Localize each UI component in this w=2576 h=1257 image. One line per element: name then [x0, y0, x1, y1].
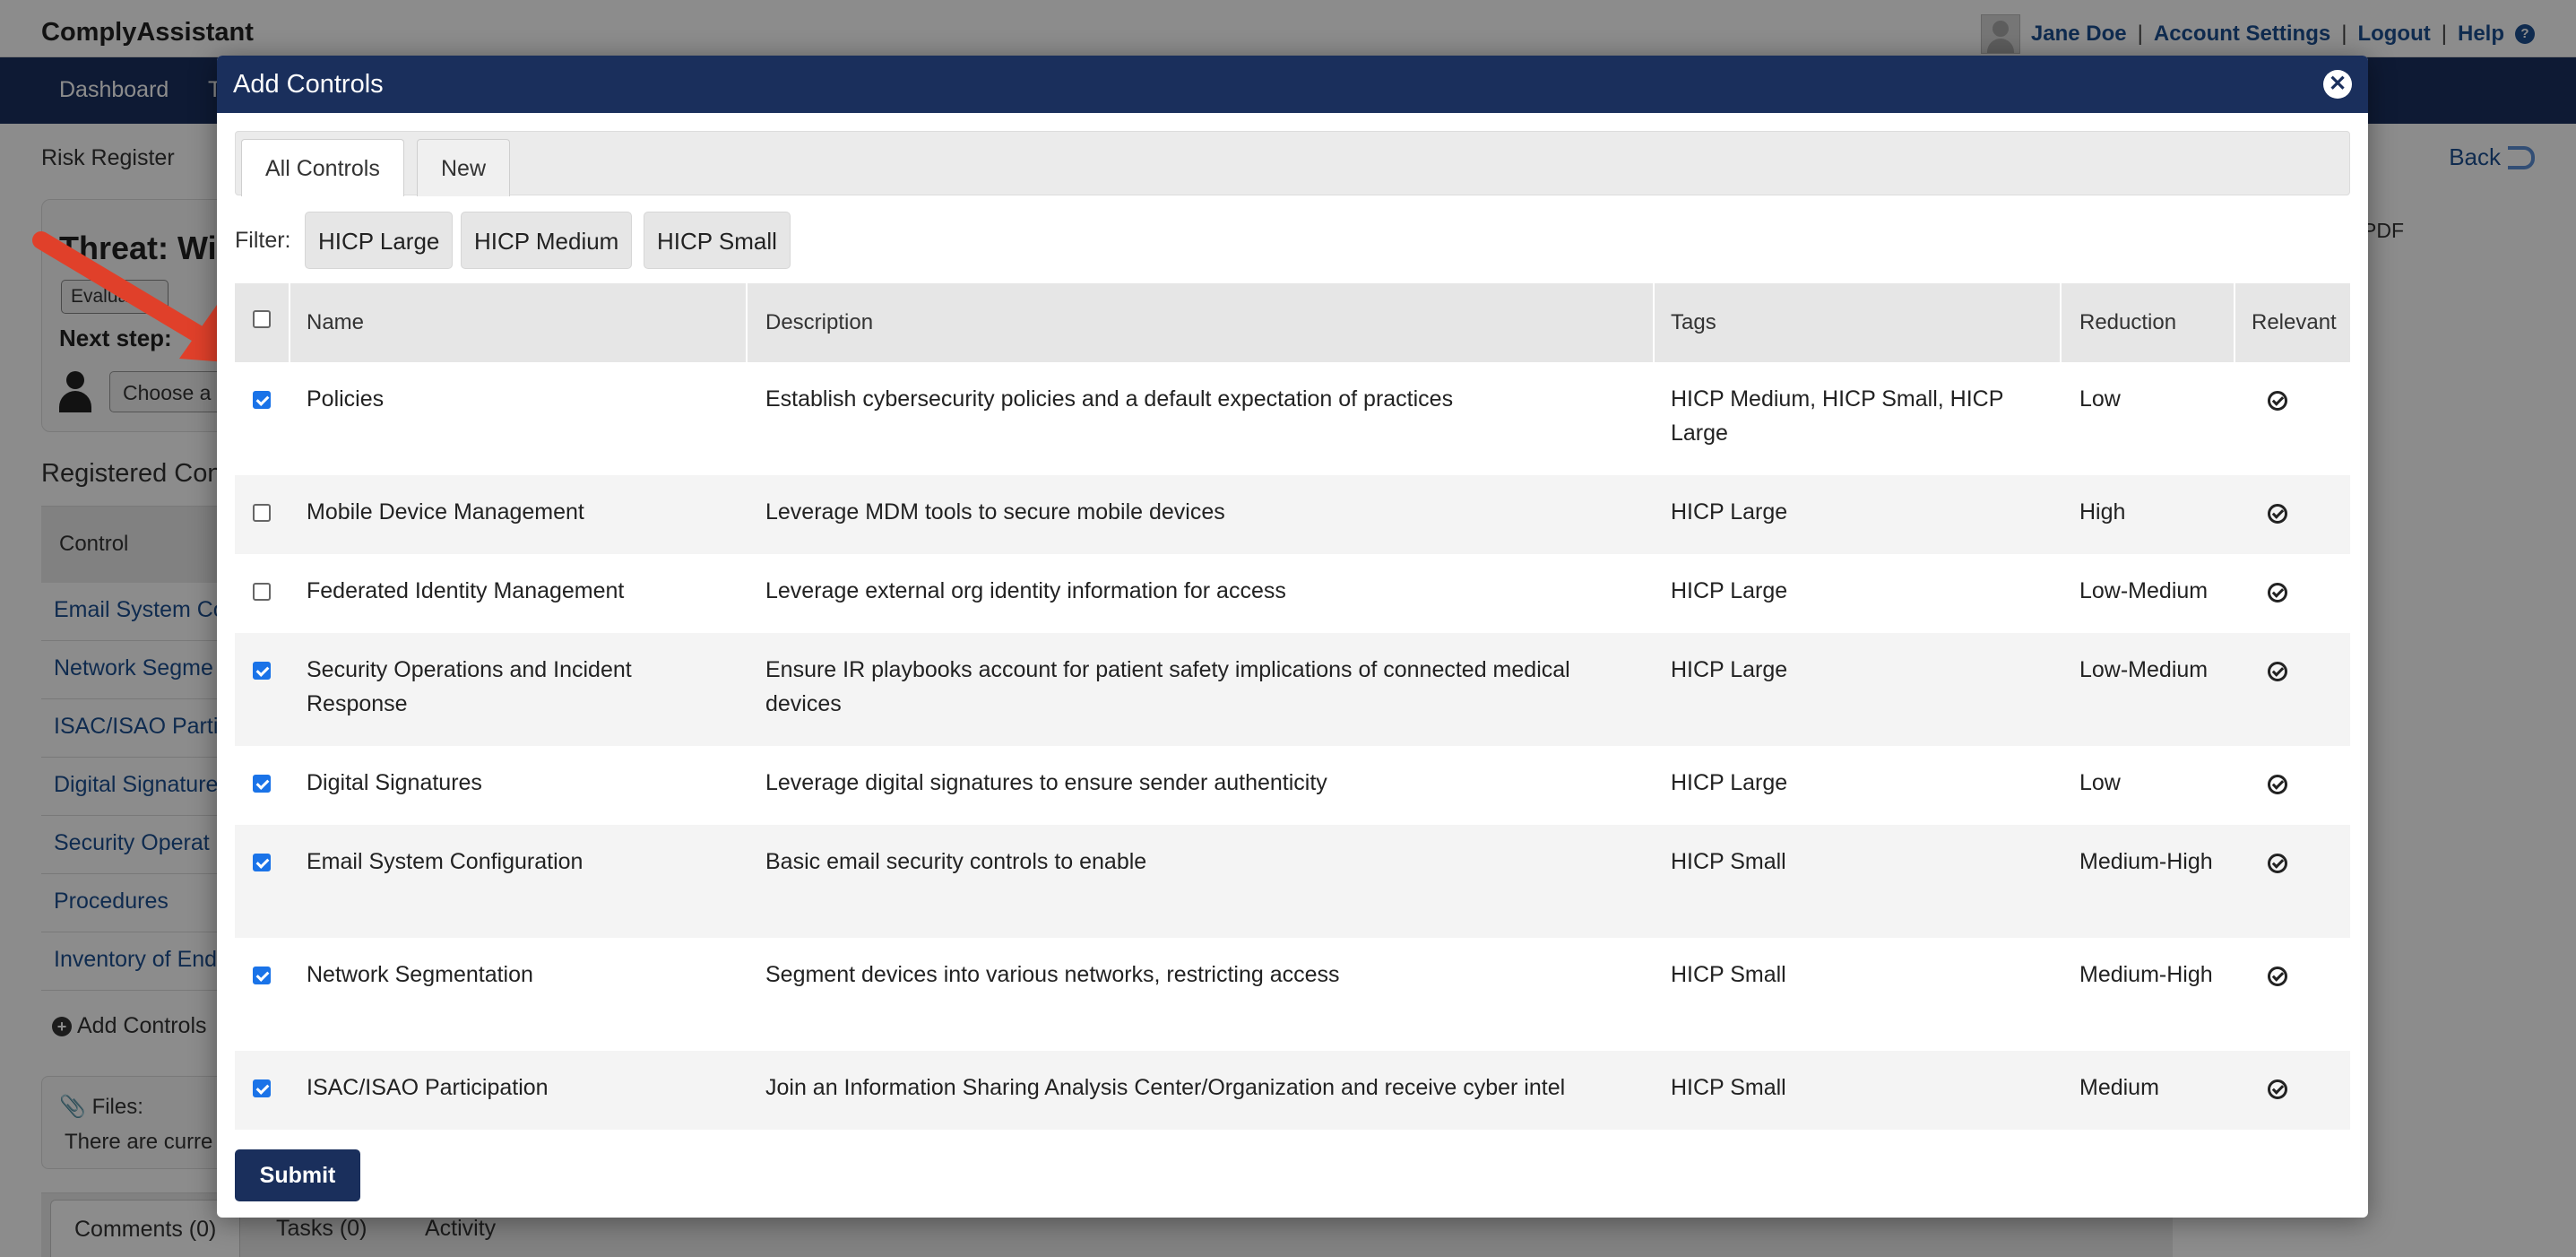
control-name: Mobile Device Management: [307, 499, 584, 524]
row-checkbox[interactable]: [253, 662, 271, 680]
row-checkbox[interactable]: [253, 391, 271, 409]
filter-hicp-large[interactable]: HICP Large: [305, 212, 454, 269]
column-header-name[interactable]: Name: [307, 310, 364, 335]
control-reduction: Low: [2079, 770, 2121, 795]
relevant-check-icon: [2268, 1079, 2287, 1099]
row-checkbox[interactable]: [253, 775, 271, 793]
control-description: Ensure IR playbooks account for patient …: [765, 657, 1570, 716]
table-row[interactable]: Digital Signatures Leverage digital signa…: [235, 746, 2350, 825]
control-name: ISAC/ISAO Participation: [307, 1075, 549, 1100]
filter-label: Filter:: [235, 228, 291, 253]
control-tags: HICP Small: [1671, 962, 1786, 987]
column-header-reduction[interactable]: Reduction: [2079, 310, 2176, 335]
control-description: Basic email security controls to enable: [765, 849, 1147, 874]
control-description: Establish cybersecurity policies and a d…: [765, 386, 1454, 412]
row-checkbox[interactable]: [253, 1079, 271, 1097]
control-description: Leverage MDM tools to secure mobile devi…: [765, 499, 1225, 524]
relevant-check-icon: [2268, 391, 2287, 411]
column-header-tags[interactable]: Tags: [1671, 310, 1716, 335]
relevant-check-icon: [2268, 662, 2287, 681]
control-description: Segment devices into various networks, r…: [765, 962, 1340, 987]
control-tags: HICP Large: [1671, 657, 1788, 682]
table-row[interactable]: ISAC/ISAO Participation Join an Informati…: [235, 1051, 2350, 1130]
table-row[interactable]: Security Operations and Incident Respons…: [235, 633, 2350, 746]
tab-new[interactable]: New: [417, 139, 511, 196]
control-reduction: Low-Medium: [2079, 578, 2209, 603]
control-reduction: Medium: [2079, 1075, 2159, 1100]
submit-button[interactable]: Submit: [235, 1149, 360, 1201]
control-name: Federated Identity Management: [307, 578, 625, 603]
relevant-check-icon: [2268, 854, 2287, 873]
control-description: Leverage digital signatures to ensure se…: [765, 770, 1327, 795]
table-row[interactable]: Email System Configuration Basic email se…: [235, 825, 2350, 938]
filter-hicp-medium[interactable]: HICP Medium: [461, 212, 633, 269]
table-row[interactable]: Policies Establish cybersecurity policies…: [235, 362, 2350, 475]
modal-header: Add Controls ✕: [217, 56, 2368, 113]
control-description: Join an Information Sharing Analysis Cen…: [765, 1075, 1566, 1100]
control-name: Policies: [307, 386, 385, 412]
modal-title: Add Controls: [233, 70, 384, 99]
control-reduction: High: [2079, 499, 2126, 524]
control-name: Digital Signatures: [307, 770, 482, 795]
relevant-check-icon: [2268, 775, 2287, 794]
control-tags: HICP Large: [1671, 578, 1788, 603]
control-tags: HICP Small: [1671, 849, 1786, 874]
tab-all-controls[interactable]: All Controls: [241, 139, 404, 196]
control-tags: HICP Small: [1671, 1075, 1786, 1100]
control-reduction: Low-Medium: [2079, 657, 2209, 682]
control-tags: HICP Large: [1671, 499, 1788, 524]
row-checkbox[interactable]: [253, 854, 271, 871]
control-description: Leverage external org identity informati…: [765, 578, 1286, 603]
table-row[interactable]: Network Segmentation Segment devices into…: [235, 938, 2350, 1051]
column-header-description[interactable]: Description: [765, 310, 873, 335]
control-tags: HICP Medium, HICP Small, HICP Large: [1671, 386, 2003, 446]
select-all-checkbox[interactable]: [253, 310, 271, 328]
filter-hicp-small[interactable]: HICP Small: [644, 212, 791, 269]
modal-tabbar: All Controls New: [235, 131, 2350, 196]
control-reduction: Low: [2079, 386, 2121, 412]
table-row[interactable]: Federated Identity Management Leverage ex…: [235, 554, 2350, 633]
table-header: Name Description Tags Reduction Relevant: [235, 283, 2350, 362]
control-name: Email System Configuration: [307, 849, 583, 874]
row-checkbox[interactable]: [253, 504, 271, 522]
close-icon[interactable]: ✕: [2323, 70, 2352, 99]
column-header-relevant[interactable]: Relevant: [2252, 310, 2337, 335]
relevant-check-icon: [2268, 967, 2287, 986]
control-reduction: Medium-High: [2079, 849, 2213, 874]
relevant-check-icon: [2268, 583, 2287, 602]
control-reduction: Medium-High: [2079, 962, 2213, 987]
control-name: Network Segmentation: [307, 962, 533, 987]
row-checkbox[interactable]: [253, 583, 271, 601]
table-row[interactable]: Mobile Device Management Leverage MDM too…: [235, 475, 2350, 554]
control-tags: HICP Large: [1671, 770, 1788, 795]
row-checkbox[interactable]: [253, 967, 271, 984]
relevant-check-icon: [2268, 504, 2287, 524]
add-controls-modal: Add Controls ✕ All Controls New Filter: …: [217, 56, 2368, 1218]
control-name: Security Operations and Incident Respons…: [307, 657, 632, 716]
